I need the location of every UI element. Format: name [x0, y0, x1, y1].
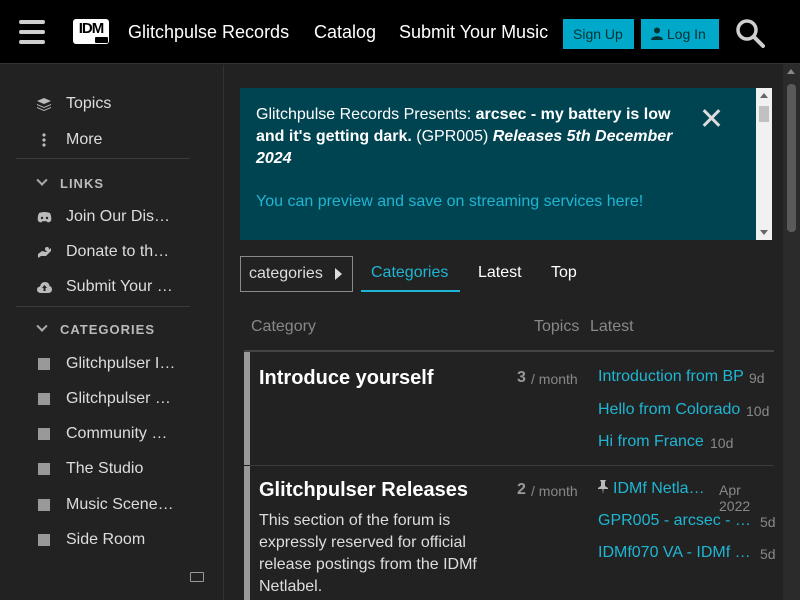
category-name[interactable]: Glitchpulser Releases	[259, 479, 468, 502]
logo-text: IDM	[78, 20, 104, 37]
latest-topic-date: Apr 2022	[719, 482, 751, 514]
category-description: This section of the forum is expressly r…	[259, 512, 477, 595]
streaming-link[interactable]: You can preview and save on streaming se…	[256, 193, 643, 211]
topic-count: 2	[517, 481, 526, 498]
user-icon	[651, 27, 663, 40]
nav-submit-music[interactable]: Submit Your Music	[399, 22, 548, 43]
categories-heading: CATEGORIES	[60, 321, 155, 337]
layers-icon	[34, 97, 54, 111]
sidebar-item-more[interactable]: More	[16, 123, 190, 157]
chevron-down-icon	[36, 320, 48, 332]
hamburger-menu-icon[interactable]	[19, 20, 45, 44]
sidebar-item-label: Community Releases	[66, 425, 176, 442]
banner-text: Glitchpulse Records Presents: arcsec - m…	[256, 104, 686, 170]
page-scrollbar[interactable]	[783, 64, 800, 600]
tab-latest[interactable]: Latest	[478, 264, 522, 282]
category-square-icon	[34, 357, 54, 371]
category-name[interactable]: Introduce yourself	[259, 367, 433, 390]
banner-prefix: Glitchpulse Records Presents:	[256, 106, 476, 123]
active-tab-indicator	[361, 290, 460, 292]
sidebar-item-label: Music Scene Discussion	[66, 496, 176, 513]
cloud-upload-icon	[34, 280, 54, 294]
caret-right-icon	[335, 268, 342, 280]
topic-period: / month	[531, 483, 578, 499]
categories-section-toggle[interactable]: CATEGORIES	[16, 314, 190, 344]
category-square-icon	[34, 533, 54, 547]
search-icon[interactable]	[735, 18, 765, 48]
tab-top[interactable]: Top	[551, 264, 577, 282]
sidebar-divider	[16, 158, 190, 159]
latest-topic-date: 10d	[710, 435, 734, 451]
sidebar-category-community-releases[interactable]: Community Releases	[16, 417, 190, 451]
donate-icon	[34, 245, 54, 259]
site-title[interactable]: Glitchpulse Records	[128, 22, 289, 43]
category-color-bar	[244, 466, 250, 600]
vertical-dots-icon	[34, 133, 54, 147]
category-square-icon	[34, 462, 54, 476]
sidebar-category-releases[interactable]: Glitchpulser Releases	[16, 382, 190, 416]
latest-topic-date: 9d	[749, 370, 765, 386]
sidebar-item-topics[interactable]: Topics	[16, 87, 190, 121]
category-square-icon	[34, 427, 54, 441]
sidebar-item-label: Topics	[66, 95, 112, 112]
latest-topic-date: 5d	[760, 514, 776, 530]
latest-topic-link[interactable]: IDMf Netla…	[613, 480, 705, 498]
latest-topic-link[interactable]: IDMf070 VA - IDMf …	[598, 544, 751, 562]
pin-icon	[598, 480, 608, 494]
log-in-button[interactable]: Log In	[641, 19, 719, 49]
sidebar-item-label: Glitchpulser Introductions	[66, 355, 176, 372]
chevron-down-icon	[36, 174, 48, 186]
dropdown-label: categories	[249, 265, 323, 282]
sidebar-item-label: Glitchpulser Releases	[66, 390, 176, 407]
sidebar-item-label: More	[66, 131, 103, 148]
sidebar-link-donate[interactable]: Donate to the Netlabel	[16, 235, 190, 269]
latest-topic-date: 10d	[746, 403, 770, 419]
banner-scrollbar[interactable]	[756, 88, 772, 240]
sidebar-link-discord[interactable]: Join Our Discord	[16, 200, 190, 234]
announcement-banner: Glitchpulse Records Presents: arcsec - m…	[240, 88, 772, 240]
sidebar: Topics More LINKS Join Our Discord Donat…	[0, 65, 224, 600]
sidebar-item-label: Submit Your Music	[66, 278, 176, 295]
tab-categories[interactable]: Categories	[371, 264, 448, 282]
close-icon[interactable]	[700, 107, 722, 129]
column-header-topics: Topics	[534, 318, 580, 335]
keyboard-icon[interactable]	[190, 572, 204, 582]
categories-dropdown[interactable]: categories	[240, 256, 353, 292]
category-row: Introduce yourself 3 / month Introductio…	[244, 352, 774, 465]
discord-icon	[34, 210, 54, 224]
category-color-bar	[244, 352, 250, 465]
sidebar-category-introductions[interactable]: Glitchpulser Introductions	[16, 347, 190, 381]
log-in-label: Log In	[666, 26, 706, 42]
sign-up-button[interactable]: Sign Up	[563, 19, 634, 49]
category-row: Glitchpulser Releases This section of th…	[244, 466, 776, 600]
latest-topic-date: 5d	[760, 546, 776, 562]
sidebar-link-submit-music[interactable]: Submit Your Music	[16, 270, 190, 304]
sidebar-category-the-studio[interactable]: The Studio	[16, 452, 190, 486]
links-section-toggle[interactable]: LINKS	[16, 168, 190, 198]
latest-topic-link[interactable]: GPR005 - arcsec - …	[598, 512, 751, 530]
sidebar-item-label: Join Our Discord	[66, 208, 176, 225]
category-square-icon	[34, 498, 54, 512]
site-logo[interactable]: IDM	[73, 19, 109, 44]
category-square-icon	[34, 392, 54, 406]
nav-catalog[interactable]: Catalog	[314, 22, 376, 43]
latest-topic-link[interactable]: Hi from France	[598, 433, 704, 451]
latest-topic-link[interactable]: Introduction from BP	[598, 368, 744, 386]
banner-release-code: (GPR005)	[411, 128, 493, 145]
sidebar-item-label: Donate to the Netlabel	[66, 243, 176, 260]
column-header-latest: Latest	[590, 318, 634, 335]
column-header-category: Category	[251, 318, 316, 335]
sidebar-item-label: The Studio	[66, 460, 144, 477]
links-heading: LINKS	[60, 175, 104, 191]
topic-period: / month	[531, 371, 578, 387]
sidebar-divider	[16, 306, 190, 307]
sidebar-category-side-room[interactable]: Side Room	[16, 523, 190, 557]
latest-topic-link[interactable]: Hello from Colorado	[598, 401, 740, 419]
topic-count: 3	[517, 369, 526, 386]
site-header: IDM Glitchpulse Records Catalog Submit Y…	[0, 0, 800, 64]
sidebar-category-music-scene[interactable]: Music Scene Discussion	[16, 488, 190, 522]
sidebar-item-label: Side Room	[66, 531, 146, 548]
